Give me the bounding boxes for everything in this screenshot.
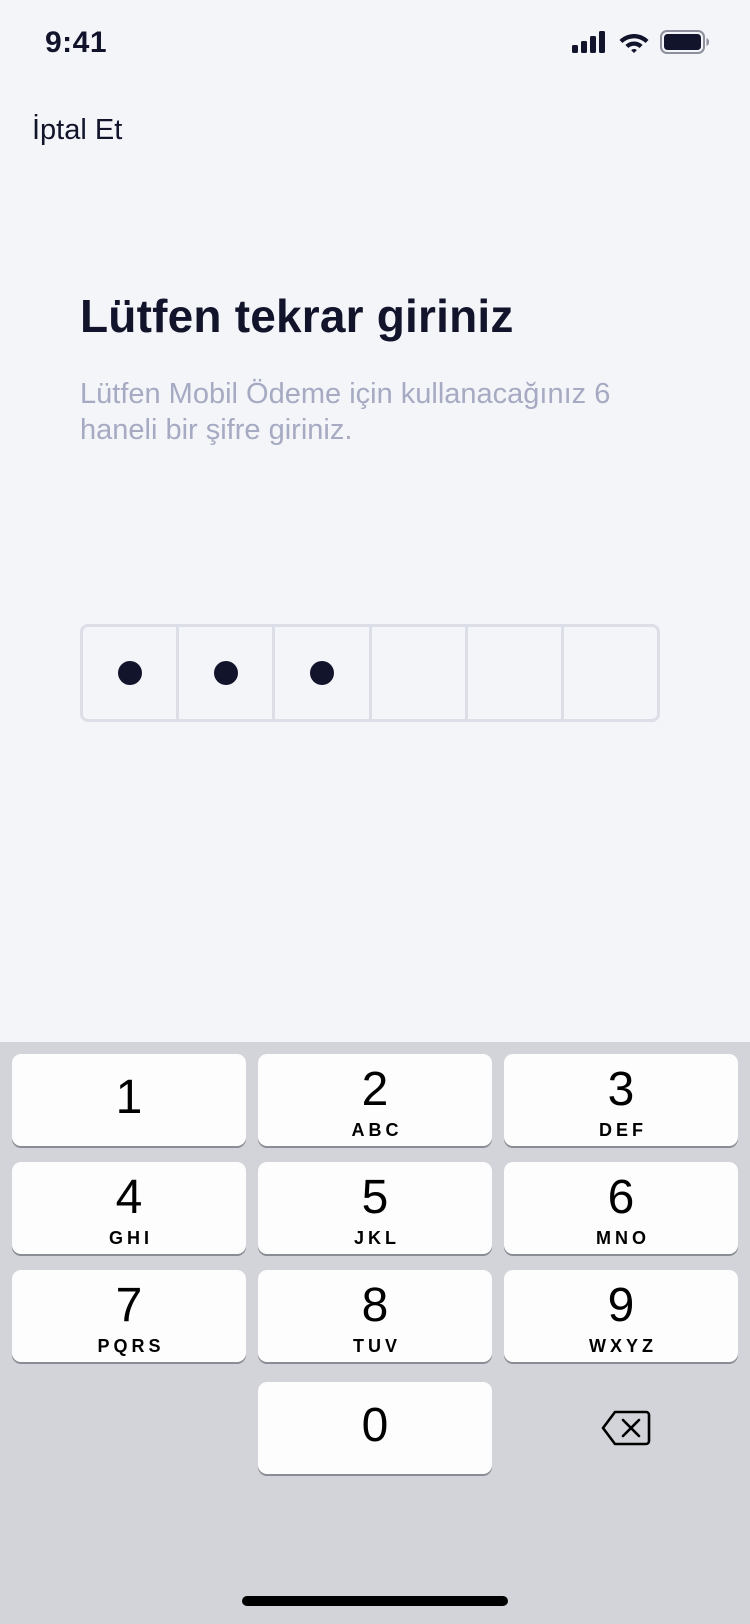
key-digit: 9 [607,1279,635,1332]
key-2[interactable]: 2 ABC [258,1054,492,1146]
key-letters: GHI [108,1228,153,1248]
pin-dot [213,661,238,685]
key-5[interactable]: 5 JKL [258,1162,492,1254]
key-letters: MNO [596,1228,650,1248]
pin-cell [179,627,276,719]
key-digit: 2 [361,1063,389,1116]
battery-icon [660,30,709,54]
pin-dot [117,661,142,685]
key-3[interactable]: 3 DEF [504,1054,738,1146]
key-8[interactable]: 8 TUV [258,1270,492,1362]
key-1[interactable]: 1 [12,1054,246,1146]
home-indicator[interactable] [242,1596,508,1606]
key-digit: 8 [361,1279,389,1332]
pin-cell [468,627,564,719]
key-letters: DEF [599,1120,647,1140]
status-icons [572,30,710,54]
page-subtitle: Lütfen Mobil Ödeme için kullanacağınız 6… [80,378,611,446]
backspace-key[interactable] [516,1382,736,1474]
pin-cell [372,627,468,719]
page-title: Lütfen tekrar giriniz [80,290,514,342]
key-letters: WXYZ [589,1336,657,1356]
status-bar: 9:41 [0,0,750,90]
key-digit: 6 [607,1171,635,1224]
signal-icon [572,31,605,53]
numeric-keypad: 1 2 ABC 3 DEF 4 GHI 5 JKL 6 MNO 7 PQRS 8 TUV 9 WXYZ 0 [0,1042,750,1624]
backspace-icon [601,1410,651,1446]
key-6[interactable]: 6 MNO [504,1162,738,1254]
key-letters: ABC [351,1120,403,1140]
status-time: 9:41 [45,26,108,59]
wifi-icon [619,34,649,53]
key-digit: 4 [115,1171,143,1224]
key-letters: JKL [353,1228,400,1248]
pin-dot [309,661,334,685]
pin-input[interactable] [80,624,660,722]
key-digit: 5 [361,1171,389,1224]
key-digit: 0 [361,1399,389,1452]
key-letters: TUV [353,1336,401,1356]
pin-cell [275,627,372,719]
pin-cell [83,627,180,719]
pin-cell [564,627,657,719]
cancel-button[interactable]: İptal Et [32,114,122,147]
key-9[interactable]: 9 WXYZ [504,1270,738,1362]
key-digit: 7 [115,1279,143,1332]
key-7[interactable]: 7 PQRS [12,1270,246,1362]
key-4[interactable]: 4 GHI [12,1162,246,1254]
key-digit: 1 [115,1071,143,1124]
key-letters: PQRS [97,1336,165,1356]
key-digit: 3 [607,1063,635,1116]
key-0[interactable]: 0 [258,1382,492,1474]
